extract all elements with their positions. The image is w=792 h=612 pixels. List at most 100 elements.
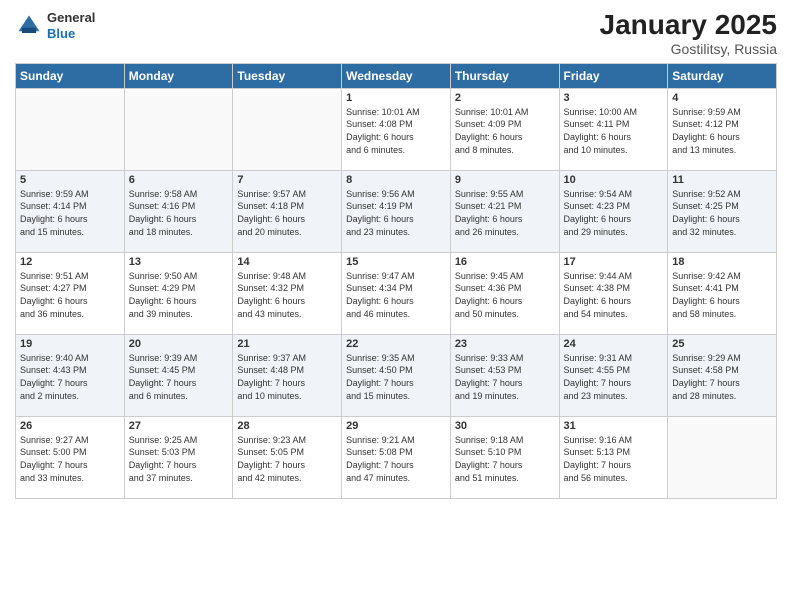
day-number: 16	[455, 256, 555, 268]
calendar-cell: 1Sunrise: 10:01 AM Sunset: 4:08 PM Dayli…	[342, 88, 451, 170]
calendar-cell: 27 Sunrise: 9:25 AM Sunset: 5:03 PM Dayli…	[124, 416, 233, 498]
day-number: 28	[237, 420, 337, 432]
calendar-cell: 21Sunrise: 9:37 AM Sunset: 4:48 PM Dayli…	[233, 334, 342, 416]
day-info: Sunrise: 9:58 AM Sunset: 4:16 PM Dayligh…	[129, 188, 229, 238]
calendar-cell: 26Sunrise: 9:27 AM Sunset: 5:00 PM Dayli…	[16, 416, 125, 498]
day-number: 23	[455, 338, 555, 350]
calendar-cell: 7Sunrise: 9:57 AM Sunset: 4:18 PM Daylig…	[233, 170, 342, 252]
calendar-cell: 5 Sunrise: 9:59 AM Sunset: 4:14 PM Daylig…	[16, 170, 125, 252]
day-info: Sunrise: 9:50 AM Sunset: 4:29 PM Dayligh…	[129, 270, 229, 320]
logo-icon	[15, 12, 43, 40]
header-sunday: Sunday	[16, 63, 125, 88]
day-number: 14	[237, 256, 337, 268]
day-info: Sunrise: 9:47 AM Sunset: 4:34 PM Dayligh…	[346, 270, 446, 320]
calendar-week-1: 1Sunrise: 10:01 AM Sunset: 4:08 PM Dayli…	[16, 88, 777, 170]
day-number: 4	[672, 92, 772, 104]
subtitle: Gostilitsy, Russia	[600, 41, 777, 57]
calendar-cell: 3 Sunrise: 10:00 AM Sunset: 4:11 PM Dayli…	[559, 88, 668, 170]
day-info: Sunrise: 9:59 AM Sunset: 4:12 PM Dayligh…	[672, 106, 772, 156]
calendar-week-5: 26Sunrise: 9:27 AM Sunset: 5:00 PM Dayli…	[16, 416, 777, 498]
day-number: 19	[20, 338, 120, 350]
calendar-week-2: 5 Sunrise: 9:59 AM Sunset: 4:14 PM Daylig…	[16, 170, 777, 252]
calendar: Sunday Monday Tuesday Wednesday Thursday…	[15, 63, 777, 499]
header-tuesday: Tuesday	[233, 63, 342, 88]
calendar-cell: 13 Sunrise: 9:50 AM Sunset: 4:29 PM Dayli…	[124, 252, 233, 334]
day-number: 17	[564, 256, 664, 268]
logo-general: General	[47, 10, 95, 26]
calendar-cell	[16, 88, 125, 170]
calendar-week-4: 19 Sunrise: 9:40 AM Sunset: 4:43 PM Dayli…	[16, 334, 777, 416]
day-number: 24	[564, 338, 664, 350]
day-info: Sunrise: 10:01 AM Sunset: 4:08 PM Daylig…	[346, 106, 446, 156]
day-info: Sunrise: 9:18 AM Sunset: 5:10 PM Dayligh…	[455, 434, 555, 484]
day-info: Sunrise: 9:45 AM Sunset: 4:36 PM Dayligh…	[455, 270, 555, 320]
title-block: January 2025 Gostilitsy, Russia	[600, 10, 777, 57]
logo-text: General Blue	[47, 10, 95, 41]
day-number: 6	[129, 174, 229, 186]
day-info: Sunrise: 9:16 AM Sunset: 5:13 PM Dayligh…	[564, 434, 664, 484]
day-number: 12	[20, 256, 120, 268]
day-info: Sunrise: 9:51 AM Sunset: 4:27 PM Dayligh…	[20, 270, 120, 320]
month-title: January 2025	[600, 10, 777, 41]
calendar-cell: 31 Sunrise: 9:16 AM Sunset: 5:13 PM Dayli…	[559, 416, 668, 498]
calendar-cell	[233, 88, 342, 170]
calendar-cell: 20 Sunrise: 9:39 AM Sunset: 4:45 PM Dayli…	[124, 334, 233, 416]
page: General Blue January 2025 Gostilitsy, Ru…	[0, 0, 792, 612]
header: General Blue January 2025 Gostilitsy, Ru…	[15, 10, 777, 57]
calendar-cell: 10Sunrise: 9:54 AM Sunset: 4:23 PM Dayli…	[559, 170, 668, 252]
day-info: Sunrise: 9:55 AM Sunset: 4:21 PM Dayligh…	[455, 188, 555, 238]
logo-blue: Blue	[47, 26, 95, 42]
day-info: Sunrise: 10:00 AM Sunset: 4:11 PM Daylig…	[564, 106, 664, 156]
calendar-cell: 22 Sunrise: 9:35 AM Sunset: 4:50 PM Dayli…	[342, 334, 451, 416]
header-thursday: Thursday	[450, 63, 559, 88]
day-info: Sunrise: 9:56 AM Sunset: 4:19 PM Dayligh…	[346, 188, 446, 238]
day-info: Sunrise: 9:40 AM Sunset: 4:43 PM Dayligh…	[20, 352, 120, 402]
day-info: Sunrise: 9:39 AM Sunset: 4:45 PM Dayligh…	[129, 352, 229, 402]
calendar-cell: 29 Sunrise: 9:21 AM Sunset: 5:08 PM Dayli…	[342, 416, 451, 498]
day-number: 10	[564, 174, 664, 186]
day-number: 18	[672, 256, 772, 268]
day-info: Sunrise: 9:59 AM Sunset: 4:14 PM Dayligh…	[20, 188, 120, 238]
day-info: Sunrise: 9:37 AM Sunset: 4:48 PM Dayligh…	[237, 352, 337, 402]
calendar-cell: 25Sunrise: 9:29 AM Sunset: 4:58 PM Dayli…	[668, 334, 777, 416]
day-number: 11	[672, 174, 772, 186]
day-number: 31	[564, 420, 664, 432]
logo: General Blue	[15, 10, 95, 41]
day-number: 22	[346, 338, 446, 350]
header-wednesday: Wednesday	[342, 63, 451, 88]
calendar-cell: 24 Sunrise: 9:31 AM Sunset: 4:55 PM Dayli…	[559, 334, 668, 416]
day-number: 29	[346, 420, 446, 432]
calendar-cell: 30Sunrise: 9:18 AM Sunset: 5:10 PM Dayli…	[450, 416, 559, 498]
day-info: Sunrise: 9:25 AM Sunset: 5:03 PM Dayligh…	[129, 434, 229, 484]
header-friday: Friday	[559, 63, 668, 88]
calendar-cell: 17Sunrise: 9:44 AM Sunset: 4:38 PM Dayli…	[559, 252, 668, 334]
day-number: 20	[129, 338, 229, 350]
calendar-week-3: 12 Sunrise: 9:51 AM Sunset: 4:27 PM Dayli…	[16, 252, 777, 334]
header-saturday: Saturday	[668, 63, 777, 88]
day-info: Sunrise: 9:42 AM Sunset: 4:41 PM Dayligh…	[672, 270, 772, 320]
calendar-cell: 18 Sunrise: 9:42 AM Sunset: 4:41 PM Dayli…	[668, 252, 777, 334]
day-number: 13	[129, 256, 229, 268]
calendar-cell: 9Sunrise: 9:55 AM Sunset: 4:21 PM Daylig…	[450, 170, 559, 252]
calendar-header-row: Sunday Monday Tuesday Wednesday Thursday…	[16, 63, 777, 88]
calendar-cell: 2Sunrise: 10:01 AM Sunset: 4:09 PM Dayli…	[450, 88, 559, 170]
calendar-cell	[668, 416, 777, 498]
calendar-cell: 6 Sunrise: 9:58 AM Sunset: 4:16 PM Daylig…	[124, 170, 233, 252]
day-number: 15	[346, 256, 446, 268]
day-info: Sunrise: 9:31 AM Sunset: 4:55 PM Dayligh…	[564, 352, 664, 402]
day-number: 27	[129, 420, 229, 432]
calendar-cell: 11 Sunrise: 9:52 AM Sunset: 4:25 PM Dayli…	[668, 170, 777, 252]
day-info: Sunrise: 9:35 AM Sunset: 4:50 PM Dayligh…	[346, 352, 446, 402]
day-info: Sunrise: 9:21 AM Sunset: 5:08 PM Dayligh…	[346, 434, 446, 484]
day-info: Sunrise: 9:27 AM Sunset: 5:00 PM Dayligh…	[20, 434, 120, 484]
day-number: 3	[564, 92, 664, 104]
day-number: 5	[20, 174, 120, 186]
day-info: Sunrise: 9:52 AM Sunset: 4:25 PM Dayligh…	[672, 188, 772, 238]
calendar-cell: 28Sunrise: 9:23 AM Sunset: 5:05 PM Dayli…	[233, 416, 342, 498]
day-number: 7	[237, 174, 337, 186]
calendar-cell: 14Sunrise: 9:48 AM Sunset: 4:32 PM Dayli…	[233, 252, 342, 334]
calendar-cell: 16 Sunrise: 9:45 AM Sunset: 4:36 PM Dayli…	[450, 252, 559, 334]
header-monday: Monday	[124, 63, 233, 88]
calendar-cell: 15 Sunrise: 9:47 AM Sunset: 4:34 PM Dayli…	[342, 252, 451, 334]
calendar-cell: 8Sunrise: 9:56 AM Sunset: 4:19 PM Daylig…	[342, 170, 451, 252]
